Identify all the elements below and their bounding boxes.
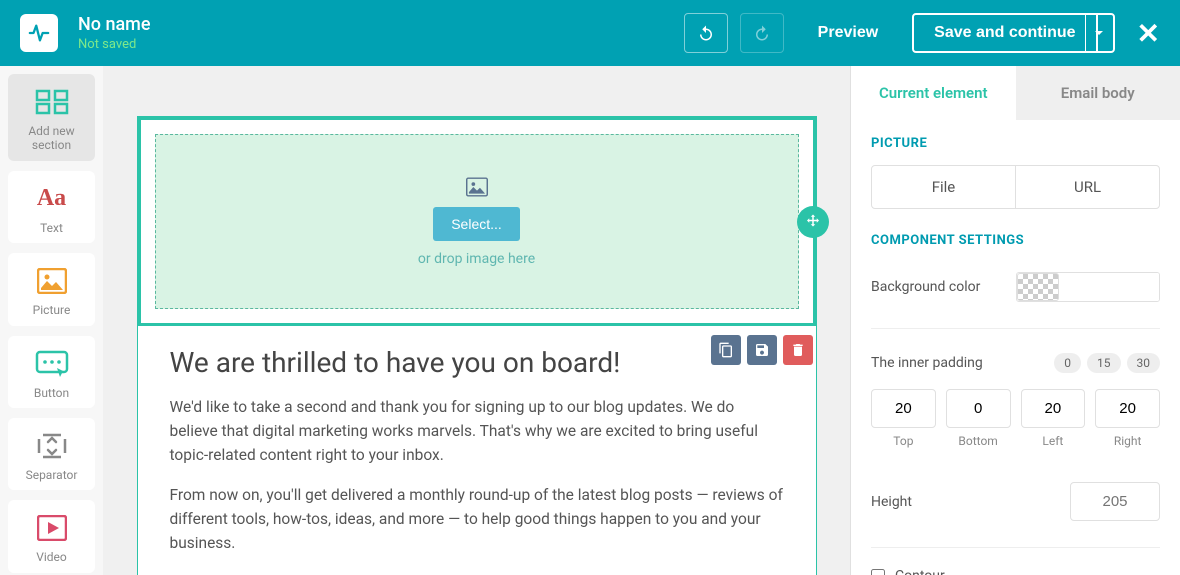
sidebar-item-label: Add new section xyxy=(14,124,89,153)
padding-top-input[interactable] xyxy=(871,389,936,428)
button-icon xyxy=(14,348,89,380)
email-paragraph[interactable]: We'd like to take a second and thank you… xyxy=(170,395,784,467)
sidebar-item-label: Button xyxy=(14,386,89,400)
undo-icon xyxy=(697,24,715,42)
save-dropdown-toggle[interactable] xyxy=(1085,13,1115,53)
sidebar-picture[interactable]: Picture xyxy=(8,253,95,325)
redo-icon xyxy=(753,24,771,42)
header-actions: Preview Save and continue ✕ xyxy=(684,13,1160,53)
picture-tab-url[interactable]: URL xyxy=(1015,166,1159,208)
bg-color-picker[interactable] xyxy=(1016,272,1160,302)
contour-checkbox[interactable] xyxy=(871,569,885,575)
video-icon xyxy=(14,512,89,544)
save-continue-button[interactable]: Save and continue xyxy=(912,13,1097,53)
contour-row[interactable]: Contour xyxy=(851,556,1180,575)
tab-email-body[interactable]: Email body xyxy=(1016,66,1180,120)
preset-pill[interactable]: 15 xyxy=(1087,353,1121,373)
copy-icon xyxy=(718,342,734,358)
properties-panel: Current element Email body PICTURE File … xyxy=(850,66,1180,575)
picture-icon xyxy=(14,265,89,297)
padding-sub-label: Left xyxy=(1021,434,1086,448)
email-paragraph[interactable]: From now on, you'll get delivered a mont… xyxy=(170,483,784,555)
padding-sub-label: Right xyxy=(1095,434,1160,448)
contour-label: Contour xyxy=(895,568,945,575)
email-document[interactable]: Select... or drop image here xyxy=(137,116,817,575)
sidebar-video[interactable]: Video xyxy=(8,500,95,572)
text-icon: Aa xyxy=(14,183,89,215)
sidebar-item-label: Separator xyxy=(14,468,89,482)
select-image-button[interactable]: Select... xyxy=(433,207,520,241)
height-input[interactable] xyxy=(1070,482,1160,521)
preview-button[interactable]: Preview xyxy=(796,13,900,53)
sidebar-item-label: Text xyxy=(14,221,89,235)
sidebar-item-label: Picture xyxy=(14,303,89,317)
image-placeholder-icon xyxy=(466,177,488,197)
sidebar-item-label: Video xyxy=(14,550,89,564)
duplicate-button[interactable] xyxy=(711,335,741,365)
component-settings-heading: COMPONENT SETTINGS xyxy=(871,233,1160,248)
save-block-button[interactable] xyxy=(747,335,777,365)
padding-left-input[interactable] xyxy=(1021,389,1086,428)
app-logo xyxy=(20,14,58,52)
bg-color-label: Background color xyxy=(871,279,980,295)
delete-button[interactable] xyxy=(783,335,813,365)
transparent-swatch[interactable] xyxy=(1017,273,1059,301)
block-toolbar xyxy=(711,335,813,365)
padding-label: The inner padding xyxy=(871,355,983,371)
height-label: Height xyxy=(871,494,912,510)
header-title-group: No name Not saved xyxy=(78,14,684,52)
app-header: No name Not saved Preview Save and conti… xyxy=(0,0,1180,66)
sidebar-separator[interactable]: Separator xyxy=(8,418,95,490)
grid-icon xyxy=(14,86,89,118)
panel-tabs: Current element Email body xyxy=(851,66,1180,120)
picture-source-tabs: File URL xyxy=(871,165,1160,209)
drop-hint: or drop image here xyxy=(418,251,535,267)
undo-button[interactable] xyxy=(684,13,728,53)
move-handle[interactable] xyxy=(797,206,829,238)
component-sidebar: Add new section Aa Text Picture Button S… xyxy=(0,66,103,575)
preset-pill[interactable]: 0 xyxy=(1054,353,1081,373)
caret-down-icon xyxy=(1094,28,1104,38)
trash-icon xyxy=(790,342,806,358)
selected-picture-block[interactable]: Select... or drop image here xyxy=(138,117,816,326)
save-icon xyxy=(754,342,770,358)
email-heading[interactable]: We are thrilled to have you on board! xyxy=(170,346,784,379)
sidebar-text[interactable]: Aa Text xyxy=(8,171,95,243)
tab-current-element[interactable]: Current element xyxy=(851,66,1016,120)
padding-sub-label: Top xyxy=(871,434,936,448)
padding-sub-label: Bottom xyxy=(946,434,1011,448)
padding-bottom-input[interactable] xyxy=(946,389,1011,428)
picture-tab-file[interactable]: File xyxy=(872,166,1015,208)
redo-button[interactable] xyxy=(740,13,784,53)
image-drop-zone[interactable]: Select... or drop image here xyxy=(155,134,799,309)
sidebar-add-section[interactable]: Add new section xyxy=(8,74,95,161)
pulse-icon xyxy=(28,22,50,44)
document-title[interactable]: No name xyxy=(78,14,684,35)
sidebar-button[interactable]: Button xyxy=(8,336,95,408)
separator-icon xyxy=(14,430,89,462)
editor-canvas[interactable]: Select... or drop image here xyxy=(103,66,850,575)
save-status: Not saved xyxy=(78,37,684,52)
close-button[interactable]: ✕ xyxy=(1137,17,1160,50)
move-icon xyxy=(804,213,822,231)
padding-right-input[interactable] xyxy=(1095,389,1160,428)
preset-pill[interactable]: 30 xyxy=(1127,353,1161,373)
padding-presets: 0 15 30 xyxy=(1054,353,1160,373)
bg-color-input[interactable] xyxy=(1059,273,1159,301)
picture-section-heading: PICTURE xyxy=(871,136,1160,151)
